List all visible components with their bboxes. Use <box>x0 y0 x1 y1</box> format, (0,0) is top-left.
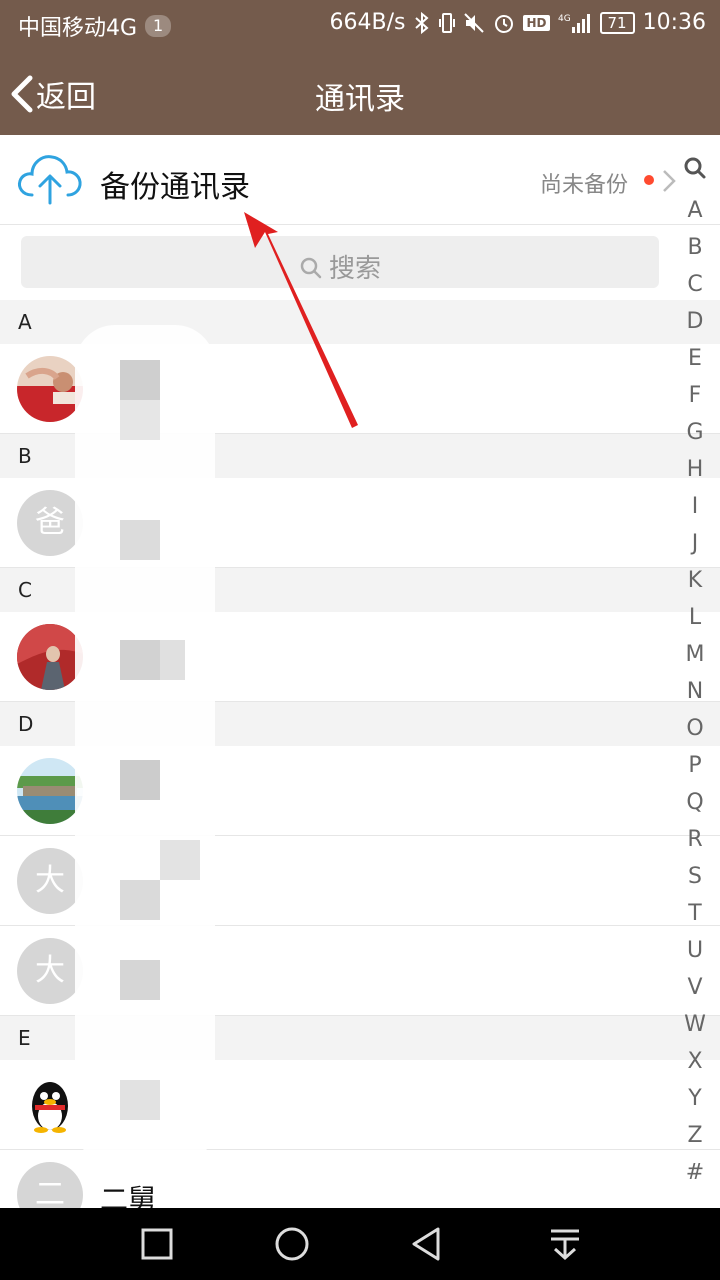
index-letter[interactable]: M <box>676 636 714 673</box>
index-letter[interactable]: A <box>676 192 714 229</box>
network-speed: 664B/s <box>329 10 406 35</box>
index-letter[interactable]: L <box>676 599 714 636</box>
mosaic-block <box>120 520 160 560</box>
index-letter[interactable]: K <box>676 562 714 599</box>
index-search-icon[interactable] <box>676 156 714 192</box>
alphabet-index[interactable]: A B C D E F G H I J K L M N O P Q R S T U V W X Y Z # <box>676 156 714 1191</box>
clock: 10:36 <box>642 10 706 35</box>
backup-status: 尚未备份 <box>540 173 629 198</box>
cloud-upload-icon <box>18 155 82 205</box>
privacy-mask <box>75 325 215 1165</box>
mosaic-block <box>160 840 200 880</box>
avatar: 大 <box>17 938 83 1004</box>
avatar <box>17 356 83 422</box>
search-bar: 搜索 <box>0 225 720 300</box>
svg-text:4G: 4G <box>558 14 571 24</box>
index-letter[interactable]: O <box>676 710 714 747</box>
mosaic-block <box>160 640 185 680</box>
hd-icon: HD <box>523 14 550 31</box>
bluetooth-icon <box>413 11 431 35</box>
mosaic-block <box>120 640 160 680</box>
status-left: 中国移动4G 1 <box>18 10 172 42</box>
mosaic-block <box>120 400 160 440</box>
index-letter[interactable]: Y <box>676 1080 714 1117</box>
index-letter[interactable]: W <box>676 1006 714 1043</box>
index-letter[interactable]: N <box>676 673 714 710</box>
status-right: 664B/s HD 4G 71 10:36 <box>330 10 706 35</box>
notification-badge: 1 <box>145 15 172 37</box>
system-nav-bar <box>0 1208 720 1280</box>
mosaic-block <box>120 960 160 1000</box>
index-letter[interactable]: S <box>676 858 714 895</box>
avatar <box>17 624 83 690</box>
index-letter[interactable]: X <box>676 1043 714 1080</box>
mosaic-block <box>120 760 160 800</box>
search-placeholder-wrap: 搜索 <box>21 248 659 285</box>
battery-vibrate-icon <box>439 11 456 35</box>
index-letter[interactable]: I <box>676 488 714 525</box>
signal-icon: 4G <box>558 12 592 34</box>
mosaic-block <box>120 1080 160 1120</box>
unread-dot <box>644 175 654 185</box>
index-letter[interactable]: Q <box>676 784 714 821</box>
index-letter[interactable]: P <box>676 747 714 784</box>
index-letter[interactable]: T <box>676 895 714 932</box>
index-letter[interactable]: R <box>676 821 714 858</box>
avatar: 大 <box>17 848 83 914</box>
avatar <box>17 758 83 824</box>
mosaic-block <box>120 880 160 920</box>
search-placeholder: 搜索 <box>328 254 381 284</box>
index-letter[interactable]: C <box>676 266 714 303</box>
carrier-label: 中国移动4G <box>18 16 138 41</box>
avatar: 爸 <box>17 490 83 556</box>
back-nav-button[interactable] <box>408 1226 448 1262</box>
backup-contacts-row[interactable]: 备份通讯录 尚未备份 <box>0 135 720 225</box>
search-input[interactable]: 搜索 <box>21 236 659 288</box>
index-letter[interactable]: H <box>676 451 714 488</box>
index-letter[interactable]: U <box>676 932 714 969</box>
nav-bar: 返回 通讯录 <box>0 50 720 135</box>
avatar-qq-penguin-icon <box>17 1072 83 1138</box>
recent-apps-button[interactable] <box>137 1226 177 1262</box>
battery-icon: 71 <box>599 11 635 34</box>
mute-icon <box>463 12 485 34</box>
home-button[interactable] <box>272 1226 312 1262</box>
search-icon <box>300 257 322 279</box>
index-letter[interactable]: J <box>676 525 714 562</box>
index-letter[interactable]: G <box>676 414 714 451</box>
index-letter[interactable]: # <box>676 1154 714 1191</box>
index-letter[interactable]: B <box>676 229 714 266</box>
backup-title: 备份通讯录 <box>100 170 250 205</box>
index-letter[interactable]: V <box>676 969 714 1006</box>
index-letter[interactable]: E <box>676 340 714 377</box>
index-letter[interactable]: F <box>676 377 714 414</box>
page-title: 通讯录 <box>315 82 405 117</box>
alarm-icon <box>493 12 515 34</box>
index-letter[interactable]: Z <box>676 1117 714 1154</box>
index-letter[interactable]: D <box>676 303 714 340</box>
notification-pull-button[interactable] <box>545 1226 585 1262</box>
status-bar: 中国移动4G 1 664B/s HD 4G 71 10:36 <box>0 0 720 50</box>
mosaic-block <box>120 360 160 400</box>
